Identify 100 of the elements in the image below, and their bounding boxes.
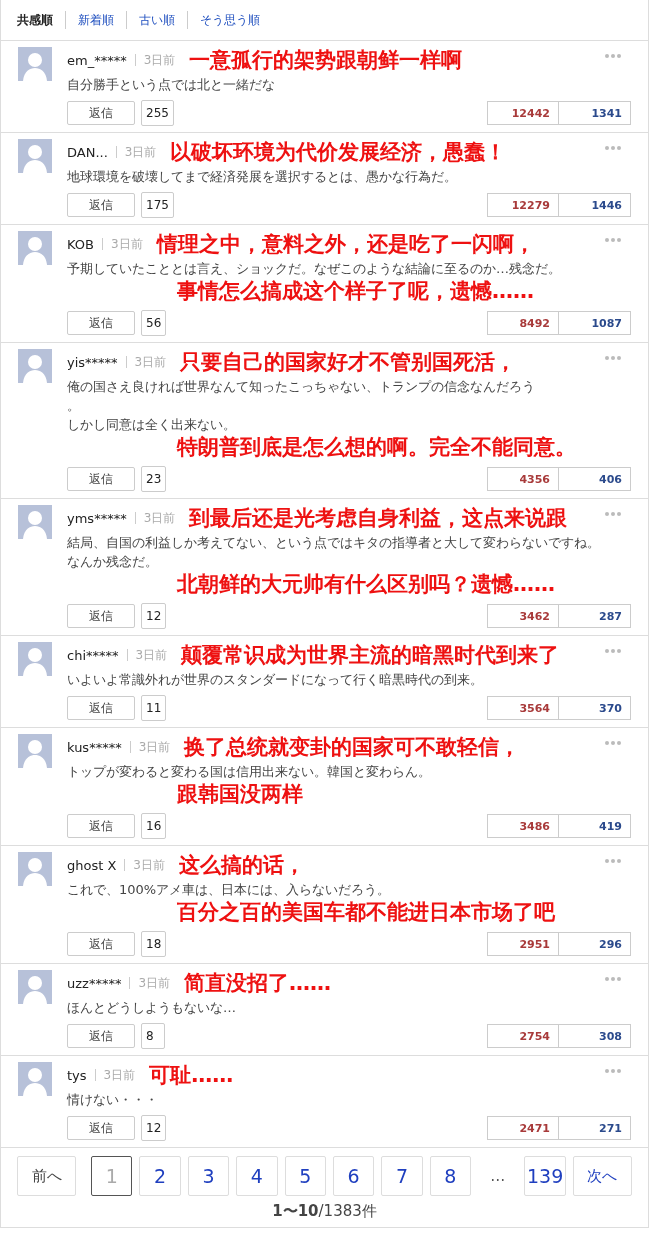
disagree-button[interactable]: 370 xyxy=(559,696,631,720)
next-button[interactable]: 次へ xyxy=(572,1156,632,1196)
comment-text: トップが変わると変わる国は信用出来ない。韓国と変わらん。 xyxy=(67,763,432,781)
reply-button[interactable]: 返信 xyxy=(67,311,135,335)
agree-button[interactable]: 3564 xyxy=(487,696,559,720)
more-icon[interactable] xyxy=(604,511,622,517)
comment-text: 俺の国さえ良ければ世界なんて知ったこっちゃない、トランプの信念なんだろう xyxy=(67,378,536,396)
avatar-icon xyxy=(18,231,52,265)
more-icon[interactable] xyxy=(604,858,622,864)
agree-button[interactable]: 2754 xyxy=(487,1024,559,1048)
agree-button[interactable]: 8492 xyxy=(487,311,559,335)
page-button[interactable]: 5 xyxy=(284,1156,326,1196)
comment-text: 予期していたこととは言え、ショックだ。なぜこのような結論に至るのか…残念だ。 xyxy=(67,260,562,278)
sort-tab[interactable]: 古い順 xyxy=(126,11,187,29)
annotation-text: 跟韩国没两样 xyxy=(177,782,303,806)
timestamp: 3日前 xyxy=(135,646,168,664)
reply-button[interactable]: 返信 xyxy=(67,604,135,628)
annotation-text: 到最后还是光考虑自身利益，这点来说跟 xyxy=(189,505,568,531)
annotation-text: 一意孤行的架势跟朝鲜一样啊 xyxy=(189,47,463,73)
agree-button[interactable]: 4356 xyxy=(487,467,559,491)
username[interactable]: chi***** xyxy=(67,647,119,663)
reply-button[interactable]: 返信 xyxy=(67,696,135,720)
username[interactable]: yis***** xyxy=(67,354,118,370)
more-icon[interactable] xyxy=(604,145,622,151)
reply-count: 16 xyxy=(141,813,167,839)
username[interactable]: yms***** xyxy=(67,510,127,526)
reply-count: 23 xyxy=(141,466,167,492)
timestamp: 3日前 xyxy=(134,353,167,371)
more-icon[interactable] xyxy=(604,355,622,361)
disagree-button[interactable]: 308 xyxy=(559,1024,631,1048)
previous-button[interactable]: 前へ xyxy=(17,1156,77,1196)
reply-button[interactable]: 返信 xyxy=(67,193,135,217)
reply-button[interactable]: 返信 xyxy=(67,467,135,491)
timestamp: 3日前 xyxy=(103,1066,136,1084)
reply-button[interactable]: 返信 xyxy=(67,101,135,125)
reply-button[interactable]: 返信 xyxy=(67,932,135,956)
agree-button[interactable]: 3486 xyxy=(487,814,559,838)
username[interactable]: DAN... xyxy=(67,144,108,160)
reply-count: 18 xyxy=(141,931,167,957)
disagree-button[interactable]: 1087 xyxy=(559,311,631,335)
username[interactable]: tys xyxy=(67,1067,87,1083)
disagree-button[interactable]: 287 xyxy=(559,604,631,628)
comment-text: 。 xyxy=(67,397,81,415)
sort-tab[interactable]: 共感順 xyxy=(17,11,65,29)
page-button[interactable]: 139 xyxy=(524,1156,566,1196)
timestamp: 3日前 xyxy=(110,235,143,253)
reply-button[interactable]: 返信 xyxy=(67,1116,135,1140)
page-button[interactable]: 6 xyxy=(332,1156,375,1196)
username[interactable]: KOB xyxy=(67,236,94,252)
more-icon[interactable] xyxy=(604,1068,622,1074)
page-button[interactable]: 2 xyxy=(139,1156,181,1196)
more-icon[interactable] xyxy=(604,740,622,746)
annotation-text: 以破坏环境为代价发展经济，愚蠢！ xyxy=(170,139,507,165)
disagree-button[interactable]: 296 xyxy=(559,932,631,956)
disagree-button[interactable]: 419 xyxy=(559,814,631,838)
agree-button[interactable]: 12442 xyxy=(487,101,559,125)
page-button[interactable]: 4 xyxy=(236,1156,278,1196)
agree-button[interactable]: 3462 xyxy=(487,604,559,628)
avatar-icon xyxy=(18,139,52,173)
reply-count: 12 xyxy=(141,1115,167,1141)
avatar-icon xyxy=(18,47,52,81)
username[interactable]: ghost X xyxy=(67,857,117,873)
avatar-icon xyxy=(18,1062,52,1096)
reply-button[interactable]: 返信 xyxy=(67,814,135,838)
sort-tab[interactable]: 新着順 xyxy=(65,11,126,29)
annotation-text: 北朝鲜的大元帅有什么区别吗？遗憾…… xyxy=(177,572,555,596)
timestamp: 3日前 xyxy=(138,974,171,992)
page-button[interactable]: 7 xyxy=(381,1156,423,1196)
avatar-icon xyxy=(18,642,52,676)
page-button[interactable]: 3 xyxy=(187,1156,230,1196)
username[interactable]: kus***** xyxy=(67,739,122,755)
reply-button[interactable]: 返信 xyxy=(67,1024,135,1048)
page-button[interactable]: 8 xyxy=(429,1156,472,1196)
reply-count: 56 xyxy=(141,310,167,336)
disagree-button[interactable]: 406 xyxy=(559,467,631,491)
disagree-button[interactable]: 1446 xyxy=(559,193,631,217)
more-icon[interactable] xyxy=(604,53,622,59)
more-icon[interactable] xyxy=(604,237,622,243)
comment-text: しかし同意は全く出来ない。 xyxy=(67,416,237,434)
disagree-button[interactable]: 271 xyxy=(559,1116,631,1140)
agree-button[interactable]: 2951 xyxy=(487,932,559,956)
annotation-text: 事情怎么搞成这个样子了呢，遗憾…… xyxy=(177,279,534,303)
reply-count: 255 xyxy=(141,100,174,126)
more-icon[interactable] xyxy=(604,976,622,982)
reply-count: 8 xyxy=(141,1023,165,1049)
disagree-button[interactable]: 1341 xyxy=(559,101,631,125)
sort-tab[interactable]: そう思う順 xyxy=(187,11,272,29)
agree-button[interactable]: 2471 xyxy=(487,1116,559,1140)
ellipsis: … xyxy=(489,1167,507,1185)
annotation-text: 百分之百的美国车都不能进日本市场了吧 xyxy=(177,900,555,924)
more-icon[interactable] xyxy=(604,648,622,654)
agree-button[interactable]: 12279 xyxy=(487,193,559,217)
username[interactable]: uzz***** xyxy=(67,975,122,991)
avatar-icon xyxy=(18,505,52,539)
username[interactable]: em_***** xyxy=(67,52,127,68)
annotation-text: 可耻…… xyxy=(149,1062,234,1088)
annotation-text: 颠覆常识成为世界主流的暗黑时代到来了 xyxy=(181,642,560,668)
result-count: 1〜10/1383件 xyxy=(271,1201,378,1222)
timestamp: 3日前 xyxy=(143,509,176,527)
comment-text: これで、100%アメ車は、日本には、入らないだろう。 xyxy=(67,881,392,899)
